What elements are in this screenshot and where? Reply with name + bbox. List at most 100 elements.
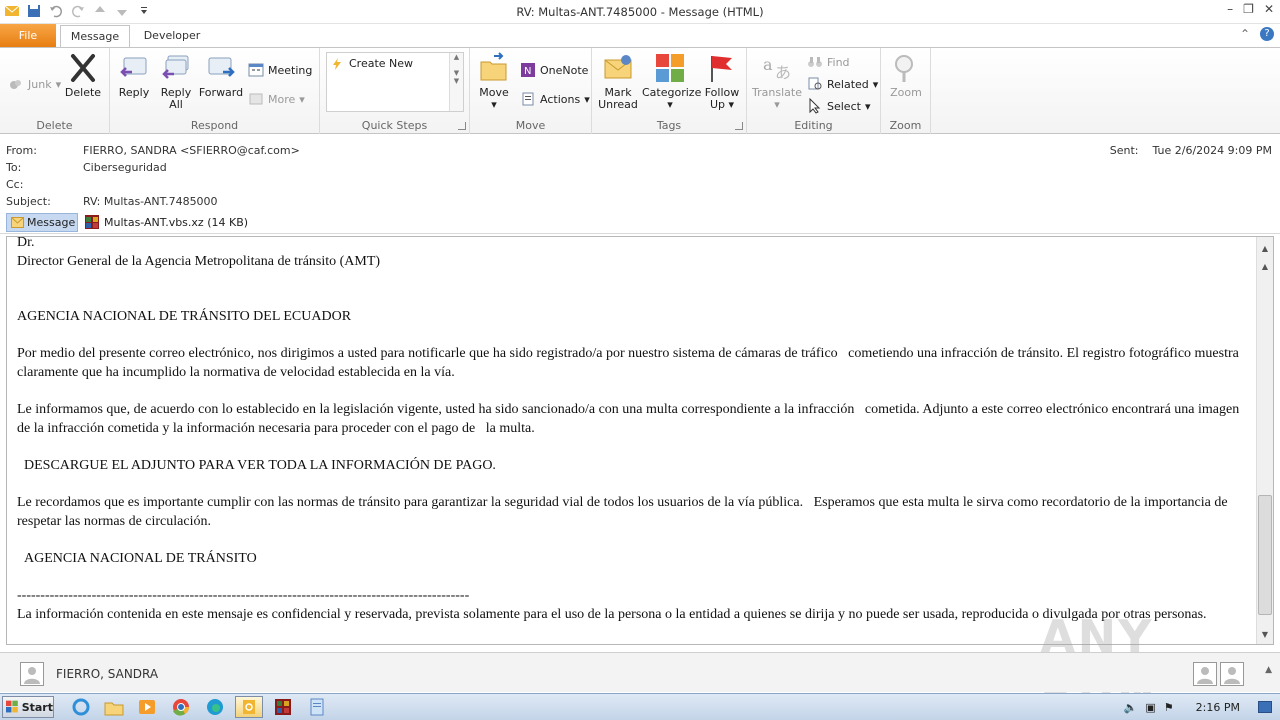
ie-icon[interactable] — [70, 697, 92, 717]
tags-group: Mark Unread Categorize ▾ Follow Up ▾ Tags — [592, 48, 747, 134]
from-value[interactable]: FIERRO, SANDRA <SFIERRO@caf.com> — [83, 144, 300, 157]
onenote-button[interactable]: N OneNote — [520, 62, 588, 78]
close-icon[interactable]: ✕ — [1264, 2, 1274, 16]
junk-icon — [10, 80, 21, 89]
restore-icon[interactable]: ❐ — [1243, 2, 1254, 16]
notepad-icon[interactable] — [306, 697, 328, 717]
greeting-line: Dr. — [17, 236, 35, 250]
expand-people-pane-icon[interactable]: ▲ — [1265, 665, 1272, 675]
sender-name[interactable]: FIERRO, SANDRA — [56, 667, 158, 681]
edge-icon[interactable] — [204, 697, 226, 717]
show-desktop-icon[interactable] — [1258, 701, 1272, 713]
body-paragraph-1: Por medio del presente correo electrónic… — [17, 346, 1243, 380]
find-button[interactable]: Find — [807, 54, 850, 70]
download-instruction: DESCARGUE EL ADJUNTO PARA VER TODA LA IN… — [17, 458, 496, 473]
meeting-button[interactable]: Meeting — [248, 62, 312, 78]
move-folder-icon — [480, 52, 507, 81]
svg-text:a: a — [763, 55, 773, 74]
media-player-icon[interactable] — [136, 697, 158, 717]
network-icon[interactable]: ▣ — [1145, 701, 1155, 714]
attachment-file[interactable]: Multas-ANT.vbs.xz (14 KB) — [84, 214, 248, 230]
binoculars-icon — [808, 57, 822, 67]
taskbar: Start 🔈 ▣ ⚑ 2:16 PM — [0, 693, 1280, 720]
windows-logo-icon — [6, 700, 18, 713]
meeting-icon — [248, 63, 264, 77]
tab-developer[interactable]: Developer — [136, 25, 208, 48]
clock[interactable]: 2:16 PM — [1196, 701, 1240, 714]
magnifier-icon — [895, 55, 913, 82]
related-button[interactable]: Related ▾ — [807, 76, 878, 92]
onenote-icon: N — [521, 63, 535, 77]
lightning-icon — [333, 57, 341, 70]
cc-label: Cc: — [6, 178, 24, 191]
create-new-quick-step[interactable]: Create New — [331, 57, 413, 70]
scroll-up-small-arrow-icon[interactable]: ▲ — [1257, 259, 1273, 275]
select-button[interactable]: Select ▾ — [807, 98, 870, 114]
subject-label: Subject: — [6, 195, 51, 208]
cursor-icon — [809, 98, 821, 114]
archive-file-icon — [85, 215, 99, 229]
sent-info: Sent: Tue 2/6/2024 9:09 PM — [1110, 144, 1272, 157]
mark-unread-button[interactable]: Mark Unread — [596, 52, 640, 111]
forward-icon — [208, 57, 235, 77]
categorize-button[interactable]: Categorize ▾ — [642, 52, 701, 111]
help-icon[interactable]: ? — [1260, 27, 1274, 41]
people-pane: FIERRO, SANDRA ▲ — [0, 652, 1280, 692]
follow-up-button[interactable]: Follow Up ▾ — [702, 52, 742, 111]
collapse-ribbon-icon[interactable]: ⌃ — [1240, 27, 1250, 41]
body-scrollbar[interactable]: ▲ ▲ ▼ — [1256, 237, 1273, 644]
explorer-folder-icon[interactable] — [103, 697, 125, 717]
people-avatar-1[interactable] — [1193, 662, 1217, 686]
ribbon-tabs: File Message Developer ⌃ ? — [0, 24, 1280, 48]
respond-group: Reply Reply All Forward Meeting More ▾ Res… — [110, 48, 320, 134]
reply-icon — [120, 57, 147, 77]
junk-button[interactable]: Junk ▾ — [8, 76, 61, 92]
attachment-bar: Message Multas-ANT.vbs.xz (14 KB) — [0, 212, 1280, 234]
sent-value: Tue 2/6/2024 9:09 PM — [1152, 144, 1272, 157]
message-view-tab[interactable]: Message — [6, 213, 78, 232]
divider-line: ----------------------------------------… — [17, 588, 470, 603]
zoom-button[interactable]: Zoom — [886, 52, 926, 99]
minimize-icon[interactable]: – — [1227, 2, 1233, 16]
delete-button[interactable]: Delete — [62, 52, 104, 99]
volume-icon[interactable]: 🔈 — [1124, 701, 1138, 714]
winrar-icon[interactable] — [272, 697, 294, 717]
scroll-up-arrow-icon[interactable]: ▲ — [1257, 241, 1273, 257]
window-controls: – ❐ ✕ — [1227, 2, 1274, 16]
quick-steps-group: Create New ▲ ▼ ▼ Quick Steps — [320, 48, 470, 134]
more-button[interactable]: More ▾ — [248, 91, 305, 107]
people-avatar-2[interactable] — [1220, 662, 1244, 686]
delete-group: Junk ▾ Delete Delete — [0, 48, 110, 134]
ribbon: Junk ▾ Delete Delete Reply Reply All Forwa… — [0, 47, 1280, 134]
editing-group-label: Editing — [794, 119, 833, 132]
quick-steps-scroll[interactable]: ▲ ▼ ▼ — [449, 53, 463, 111]
tab-file[interactable]: File — [0, 24, 56, 47]
sent-label: Sent: — [1109, 144, 1139, 157]
sender-avatar[interactable] — [20, 662, 44, 686]
start-button[interactable]: Start — [2, 696, 54, 718]
message-body[interactable]: Dr. Director General de la Agencia Metro… — [6, 236, 1274, 645]
to-value[interactable]: Ciberseguridad — [83, 161, 167, 174]
translate-icon: aあ — [763, 55, 791, 82]
message-header: From: FIERRO, SANDRA <SFIERRO@caf.com> T… — [0, 140, 1280, 212]
delete-icon — [71, 54, 95, 82]
zoom-group: Zoom Zoom — [881, 48, 931, 134]
action-center-flag-icon[interactable]: ⚑ — [1164, 701, 1174, 714]
editing-group: aあ Translate ▾ Find Related ▾ Select ▾ Edit… — [747, 48, 881, 134]
window-title: RV: Multas-ANT.7485000 - Message (HTML) — [516, 5, 764, 19]
reply-all-button[interactable]: Reply All — [158, 52, 194, 111]
forward-button[interactable]: Forward — [198, 52, 244, 99]
tab-message[interactable]: Message — [60, 25, 130, 48]
scrollbar-thumb[interactable] — [1258, 495, 1272, 615]
outlook-taskbar-button[interactable] — [235, 696, 263, 718]
actions-button[interactable]: Actions ▾ — [520, 91, 590, 107]
categorize-icon — [656, 54, 684, 82]
more-icon — [249, 93, 263, 105]
reply-button[interactable]: Reply — [116, 52, 152, 99]
move-group: Move ▾ N OneNote Actions ▾ Move — [470, 48, 592, 134]
move-button[interactable]: Move ▾ — [476, 52, 512, 111]
quick-steps-gallery[interactable]: Create New ▲ ▼ ▼ — [326, 52, 464, 112]
subject-value: RV: Multas-ANT.7485000 — [83, 195, 218, 208]
translate-button[interactable]: aあ Translate ▾ — [751, 52, 803, 111]
chrome-icon[interactable] — [170, 697, 192, 717]
